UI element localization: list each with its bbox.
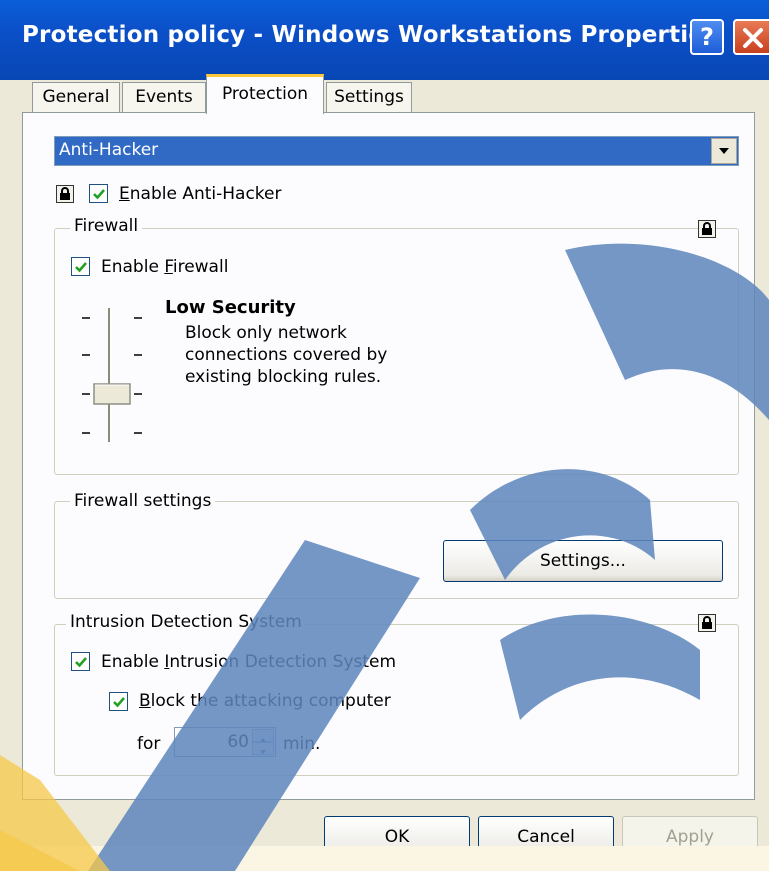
- tab-settings-label: Settings: [334, 87, 404, 107]
- check-icon: [113, 697, 125, 708]
- tab-protection[interactable]: Protection: [206, 74, 324, 114]
- enable-firewall-checkbox[interactable]: [71, 257, 90, 276]
- title-bar: Protection policy - Windows Workstations…: [0, 0, 769, 80]
- window-title: Protection policy - Windows Workstations…: [22, 22, 719, 48]
- firewall-settings-button[interactable]: Settings...: [443, 540, 723, 582]
- block-attacker-checkbox[interactable]: [109, 692, 128, 711]
- ids-group-label: Intrusion Detection System: [66, 612, 306, 632]
- tab-general[interactable]: General: [32, 82, 120, 112]
- block-attacker-label: Block the attacking computer: [139, 691, 391, 711]
- tab-protection-label: Protection: [221, 84, 308, 104]
- component-select[interactable]: Anti-Hacker: [54, 136, 739, 166]
- firewall-group-label: Firewall: [70, 216, 143, 236]
- dropdown-arrow-button[interactable]: [711, 138, 737, 164]
- check-icon: [75, 262, 87, 273]
- min-label: min.: [283, 734, 321, 754]
- for-label: for: [137, 734, 161, 754]
- check-icon: [75, 657, 87, 668]
- spin-down-button[interactable]: [252, 742, 274, 755]
- close-button[interactable]: [733, 19, 769, 55]
- slider-thumb[interactable]: [93, 383, 131, 405]
- security-level-description: Block only network connections covered b…: [185, 323, 388, 387]
- close-icon: [743, 28, 763, 48]
- tab-events-label: Events: [135, 87, 193, 107]
- lock-icon[interactable]: [698, 220, 716, 238]
- lock-icon[interactable]: [698, 614, 716, 632]
- enable-anti-hacker-label: Enable Anti-Hacker: [119, 184, 282, 204]
- enable-firewall-label: Enable Firewall: [101, 257, 229, 277]
- tab-events[interactable]: Events: [122, 82, 206, 112]
- firewall-settings-group-label: Firewall settings: [70, 491, 216, 511]
- security-level-slider[interactable]: [76, 300, 146, 446]
- check-icon: [93, 189, 105, 200]
- help-button[interactable]: ?: [690, 19, 724, 55]
- tab-general-label: General: [42, 87, 110, 107]
- arrow-down-icon: [260, 750, 266, 754]
- chevron-down-icon: [719, 148, 729, 154]
- security-level-title: Low Security: [165, 297, 296, 318]
- bottom-band: [0, 846, 769, 871]
- tab-settings[interactable]: Settings: [326, 82, 412, 112]
- block-minutes-stepper[interactable]: 60: [174, 727, 276, 757]
- lock-icon[interactable]: [56, 185, 74, 203]
- component-select-value: Anti-Hacker: [59, 140, 159, 160]
- block-minutes-value: 60: [227, 732, 249, 752]
- spin-up-button[interactable]: [252, 729, 274, 742]
- enable-anti-hacker-checkbox[interactable]: [89, 184, 108, 203]
- enable-ids-checkbox[interactable]: [71, 652, 90, 671]
- enable-ids-label: Enable Intrusion Detection System: [101, 652, 397, 672]
